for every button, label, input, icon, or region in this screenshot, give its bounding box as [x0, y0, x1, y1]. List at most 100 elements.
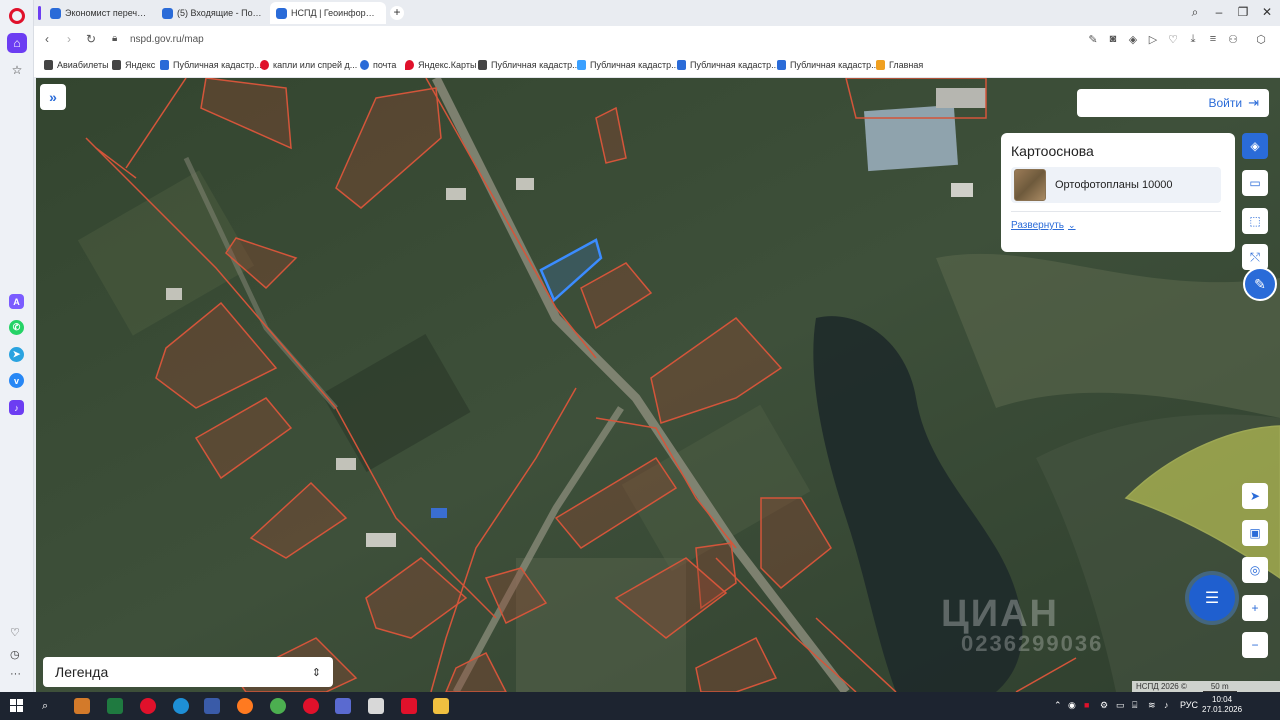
share-tool-button[interactable]: ⤲: [1242, 244, 1268, 270]
wifi-icon[interactable]: ≋: [1148, 700, 1156, 711]
profile-icon[interactable]: ⚇: [1226, 33, 1240, 46]
home-icon[interactable]: ⌂: [7, 33, 27, 53]
search-tabs-icon[interactable]: ⌕: [1188, 5, 1202, 20]
history-icon[interactable]: ◷: [10, 648, 20, 661]
start-button[interactable]: [10, 699, 23, 712]
star-icon[interactable]: ☆: [7, 60, 27, 80]
app-icon-2[interactable]: [335, 698, 351, 714]
opera-sidebar: ⌂ ☆ A ✆ ➤ v ♪ ♡ ◷ ···: [0, 0, 34, 692]
url-field[interactable]: nspd.gov.ru/map: [130, 34, 204, 45]
forward-icon[interactable]: ›: [62, 32, 76, 46]
bookmark-drops[interactable]: капли или спрей д...: [260, 60, 357, 70]
extensions-icon[interactable]: ⬡: [1254, 33, 1268, 46]
close-icon[interactable]: ✕: [1260, 5, 1274, 19]
word-icon[interactable]: [204, 698, 220, 714]
heart-icon[interactable]: ♡: [1166, 33, 1180, 46]
select-area-tool-button[interactable]: ⬚: [1242, 208, 1268, 234]
tray-app-icon[interactable]: ◉: [1068, 700, 1076, 711]
vk-icon[interactable]: v: [9, 373, 24, 388]
heart-icon[interactable]: ♡: [10, 626, 20, 639]
bookmark-mail[interactable]: почта: [360, 60, 396, 70]
opera-taskbar-icon[interactable]: [140, 698, 156, 714]
player-icon[interactable]: ♪: [9, 400, 24, 415]
expand-basemap-link[interactable]: Развернуть ⌄: [1011, 220, 1225, 231]
minimap-button[interactable]: ▣: [1242, 520, 1268, 546]
bookmark-yandex-maps[interactable]: Яндекс.Карты: [405, 60, 476, 70]
volume-icon[interactable]: ♪: [1164, 700, 1169, 710]
minimize-icon[interactable]: –: [1212, 5, 1226, 19]
download-icon[interactable]: ⤓: [1186, 33, 1200, 46]
yandex-browser-icon[interactable]: [303, 698, 319, 714]
reload-icon[interactable]: ↻: [84, 32, 98, 46]
camera-icon[interactable]: ◙: [1106, 33, 1120, 45]
geolocate-button[interactable]: ➤: [1242, 483, 1268, 509]
tab-economist[interactable]: Экономист перечислил ф: [44, 2, 156, 24]
bookmark-cadastre-5[interactable]: Публичная кадастр...: [777, 60, 879, 70]
bookmark-icon: [677, 60, 686, 70]
bookmark-icon: [260, 60, 269, 70]
bookmark-icon: [112, 60, 121, 70]
menu-icon[interactable]: ≡: [1206, 33, 1220, 45]
new-tab-button[interactable]: +: [390, 6, 404, 20]
tab-nspd[interactable]: НСПД | Геоинформацион: [270, 2, 386, 24]
network-icon[interactable]: ⌸: [1132, 700, 1137, 711]
zoom-in-button[interactable]: +: [1242, 595, 1268, 621]
mail-favicon-icon: [162, 7, 173, 19]
edge-icon[interactable]: [173, 698, 189, 714]
telegram-icon[interactable]: ➤: [9, 347, 24, 362]
panel-expand-button[interactable]: »: [40, 84, 66, 110]
tray-chevron-icon[interactable]: ⌃: [1054, 700, 1062, 711]
navigation-arrow-icon: ➤: [1249, 489, 1261, 503]
bookmark-icon: [777, 60, 786, 70]
explorer-icon[interactable]: [433, 698, 449, 714]
basemap-title: Картооснова: [1011, 143, 1094, 159]
yandex-icon[interactable]: [401, 698, 417, 714]
login-button[interactable]: Войти ⇥: [1077, 89, 1269, 117]
bookmark-icon: [44, 60, 53, 70]
bookmark-icon: [360, 60, 369, 70]
clock[interactable]: 10:04 27.01.2026: [1202, 695, 1242, 715]
bookmark-cadastre-2[interactable]: Публичная кадастр...: [478, 60, 580, 70]
app-icon-1[interactable]: [74, 698, 90, 714]
language-indicator[interactable]: РУС: [1180, 700, 1198, 710]
tray-antivirus-icon[interactable]: ■: [1084, 700, 1089, 710]
tab-mail[interactable]: (5) Входящие - Почта Ма: [156, 2, 268, 24]
chevron-up-down-icon: ⇕: [311, 666, 321, 679]
search-icon[interactable]: ⌕: [42, 700, 48, 713]
basemap-option-orthophoto[interactable]: Ортофотопланы 10000: [1011, 167, 1221, 203]
back-icon[interactable]: ‹: [40, 32, 54, 46]
tray-device-icon[interactable]: ▭: [1116, 700, 1125, 711]
opera-logo-icon[interactable]: [9, 8, 25, 24]
plus-icon: +: [1251, 601, 1259, 615]
bookmark-main[interactable]: Главная: [876, 60, 923, 70]
tray-settings-icon[interactable]: ⚙: [1100, 700, 1108, 711]
layers-tool-button[interactable]: ◈: [1242, 133, 1268, 159]
measure-tool-button[interactable]: ▭: [1242, 170, 1268, 196]
bookmark-cadastre-1[interactable]: Публичная кадастр...: [160, 60, 262, 70]
aria-app-icon[interactable]: A: [9, 294, 24, 309]
windows-taskbar: ⌕ ⌃ ◉ ■ ⚙ ▭ ⌸ ≋ ♪ РУС 10:04 27.01.2026: [0, 692, 1280, 720]
mail-icon[interactable]: [368, 698, 384, 714]
bar-chart-icon: [876, 60, 885, 70]
search-location-button[interactable]: ◎: [1242, 557, 1268, 583]
bookmark-yandex[interactable]: Яндекс: [112, 60, 155, 70]
restore-icon[interactable]: ❐: [1236, 5, 1250, 19]
location-search-icon: ◎: [1249, 563, 1261, 577]
shield-icon[interactable]: ◈: [1126, 33, 1140, 46]
firefox-icon[interactable]: [237, 698, 253, 714]
feedback-fab[interactable]: ✎: [1243, 267, 1277, 301]
login-arrow-icon: ⇥: [1248, 95, 1259, 110]
chrome-icon[interactable]: [270, 698, 286, 714]
play-icon[interactable]: ▷: [1146, 33, 1160, 46]
legend-dropdown[interactable]: Легенда ⇕: [43, 657, 333, 687]
excel-icon[interactable]: [107, 698, 123, 714]
bookmark-avia[interactable]: Авиабилеты: [44, 60, 109, 70]
whatsapp-icon[interactable]: ✆: [9, 320, 24, 335]
zoom-out-button[interactable]: −: [1242, 632, 1268, 658]
map-canvas[interactable]: » Войти ⇥ Картооснова Ортофотопланы 1000…: [36, 78, 1280, 692]
chat-button[interactable]: ☰: [1189, 575, 1235, 621]
bookmark-cadastre-4[interactable]: Публичная кадастр...: [677, 60, 779, 70]
edit-icon[interactable]: ✎: [1086, 33, 1100, 46]
more-icon[interactable]: ···: [10, 668, 21, 680]
bookmark-cadastre-3[interactable]: Публичная кадастр...: [577, 60, 679, 70]
